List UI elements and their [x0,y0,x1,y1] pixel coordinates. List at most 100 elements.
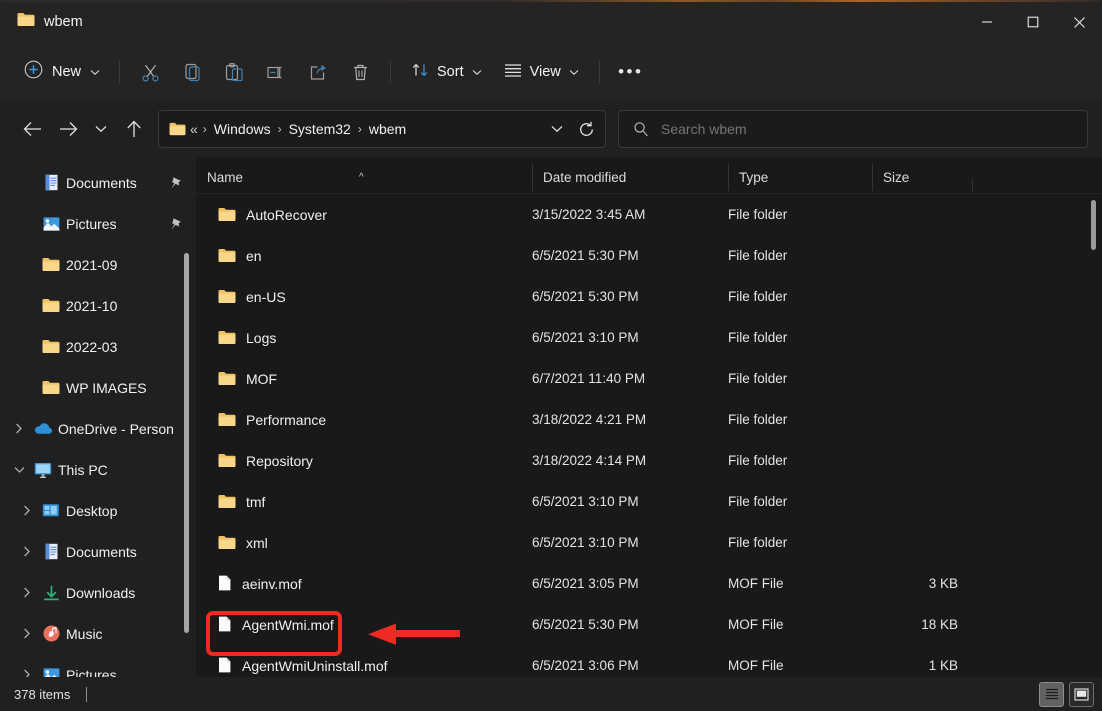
refresh-button[interactable] [571,113,601,145]
type-cell: MOF File [728,576,872,591]
column-header-type[interactable]: Type [728,170,872,193]
previous-locations-button[interactable] [543,113,571,145]
sidebar-item-documents[interactable]: Documents [4,531,188,572]
sidebar-item-label: Documents [66,175,137,191]
see-more-button[interactable]: ••• [609,54,653,90]
chevron-right-icon[interactable] [16,505,38,516]
sidebar-item-label: Pictures [66,216,117,232]
sidebar-item-onedrive-person[interactable]: OneDrive - Person [4,408,188,449]
sidebar-item-downloads[interactable]: Downloads [4,572,188,613]
sidebar-item-2021-10[interactable]: 2021-10 [4,285,188,326]
breadcrumb-item-windows[interactable]: Windows [212,119,273,139]
date-modified-cell: 3/18/2022 4:14 PM [532,453,728,468]
type-cell: File folder [728,248,872,263]
copy-button[interactable] [171,54,213,90]
sort-button[interactable]: Sort [400,54,493,90]
table-row[interactable]: AgentWmi.mof6/5/2021 5:30 PMMOF File18 K… [196,604,1102,645]
type-cell: MOF File [728,658,872,673]
search-input[interactable] [661,121,1087,137]
sidebar-item-wp-images[interactable]: WP IMAGES [4,367,188,408]
chevron-right-icon[interactable] [16,587,38,598]
sidebar-item-2022-03[interactable]: 2022-03 [4,326,188,367]
sidebar-item-pictures[interactable]: Pictures [4,203,188,244]
column-header-date-label: Date modified [532,170,626,185]
sidebar-item-2021-09[interactable]: 2021-09 [4,244,188,285]
large-icons-view-button[interactable] [1069,682,1094,707]
table-row[interactable]: en-US6/5/2021 5:30 PMFile folder [196,276,1102,317]
sidebar-item-label: Desktop [66,503,117,519]
file-name-label: AgentWmiUninstall.mof [242,658,388,674]
rename-button[interactable] [255,54,297,90]
chevron-right-icon[interactable] [8,423,30,434]
breadcrumb-overflow[interactable]: « [190,121,198,137]
chevron-down-icon[interactable] [8,466,30,474]
forward-button[interactable] [50,112,86,146]
pin-icon[interactable] [168,176,182,190]
toolbar-divider-3 [599,61,600,83]
sidebar-item-label: Music [66,626,103,642]
column-divider[interactable] [532,164,533,191]
sidebar-item-this-pc[interactable]: This PC [4,449,188,490]
column-header-type-label: Type [728,170,768,185]
table-row[interactable]: AutoRecover3/15/2022 3:45 AMFile folder [196,194,1102,235]
recent-locations-button[interactable] [86,112,116,146]
details-view-button[interactable] [1039,682,1064,707]
file-icon [218,575,232,592]
file-name-cell: AgentWmi.mof [196,616,532,633]
column-divider[interactable] [872,164,873,191]
table-row[interactable]: MOF6/7/2021 11:40 PMFile folder [196,358,1102,399]
search-box[interactable] [618,110,1088,148]
delete-button[interactable] [339,54,381,90]
window-controls [964,0,1102,44]
column-header-size[interactable]: Size [872,170,972,193]
chevron-right-icon[interactable] [16,628,38,639]
breadcrumb-item-wbem[interactable]: wbem [367,119,408,139]
table-row[interactable]: aeinv.mof6/5/2021 3:05 PMMOF File3 KB [196,563,1102,604]
column-divider[interactable] [972,179,973,191]
share-button[interactable] [297,54,339,90]
column-divider[interactable] [728,164,729,191]
sidebar-item-music[interactable]: Music [4,613,188,654]
column-header-name[interactable]: ^ Name [196,170,532,193]
table-row[interactable]: xml6/5/2021 3:10 PMFile folder [196,522,1102,563]
view-button[interactable]: View [493,54,590,90]
new-button[interactable]: New [16,54,110,90]
table-row[interactable]: Logs6/5/2021 3:10 PMFile folder [196,317,1102,358]
maximize-button[interactable] [1010,0,1056,44]
sidebar-item-documents[interactable]: Documents [4,162,188,203]
table-row[interactable]: Repository3/18/2022 4:14 PMFile folder [196,440,1102,481]
sidebar-scrollbar-thumb[interactable] [184,253,189,633]
chevron-right-icon[interactable] [16,669,38,677]
folder-icon [38,380,64,395]
up-button[interactable] [116,112,152,146]
table-row[interactable]: en6/5/2021 5:30 PMFile folder [196,235,1102,276]
folder-icon [218,453,236,468]
close-button[interactable] [1056,0,1102,44]
column-header-date-modified[interactable]: Date modified [532,170,728,193]
address-bar-row: « › Windows › System32 › wbem [0,100,1102,158]
pin-icon[interactable] [168,217,182,231]
folder-icon [169,122,186,136]
column-header-extra[interactable] [972,185,1102,193]
cut-button[interactable] [129,54,171,90]
sidebar-item-pictures[interactable]: Pictures [4,654,188,677]
file-list-scrollbar-thumb[interactable] [1091,200,1096,250]
minimize-button[interactable] [964,0,1010,44]
table-row[interactable]: Performance3/18/2022 4:21 PMFile folder [196,399,1102,440]
address-bar[interactable]: « › Windows › System32 › wbem [158,110,606,148]
column-header-name-label: Name [196,170,243,185]
paste-button[interactable] [213,54,255,90]
file-icon [218,616,232,633]
folder-icon [38,339,64,354]
breadcrumb-separator: › [358,122,362,136]
breadcrumb-item-system32[interactable]: System32 [287,119,353,139]
chevron-right-icon[interactable] [16,546,38,557]
sidebar-item-desktop[interactable]: Desktop [4,490,188,531]
search-icon [633,121,649,137]
back-button[interactable] [14,112,50,146]
folder-icon [218,248,236,263]
table-row[interactable]: tmf6/5/2021 3:10 PMFile folder [196,481,1102,522]
table-row[interactable]: AgentWmiUninstall.mof6/5/2021 3:06 PMMOF… [196,645,1102,677]
date-modified-cell: 6/5/2021 3:10 PM [532,494,728,509]
type-cell: File folder [728,330,872,345]
